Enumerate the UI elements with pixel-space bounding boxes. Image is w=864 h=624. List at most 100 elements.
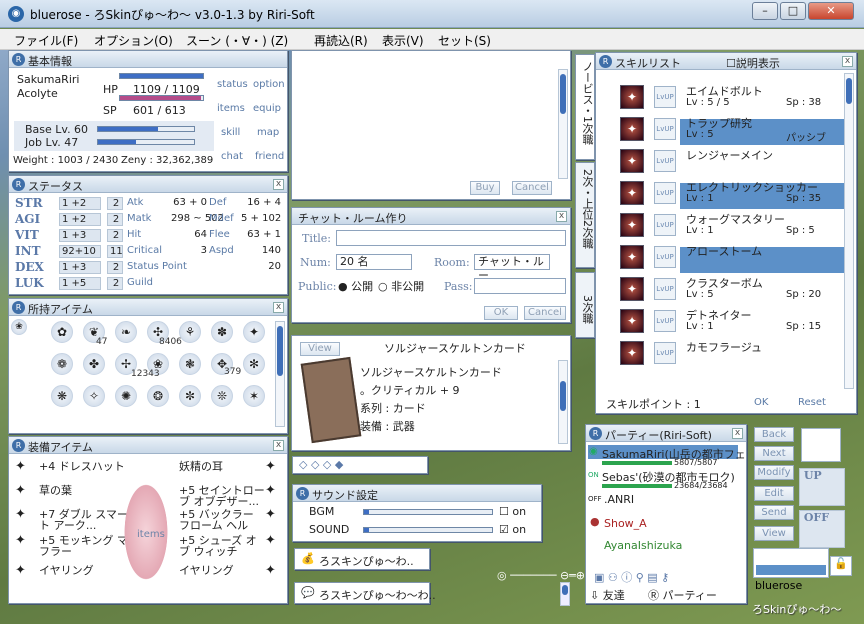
menu-option[interactable]: オプション(O) (94, 32, 173, 49)
party-member-name[interactable]: AyanaIshizuka (604, 539, 682, 552)
shop-cancel-button[interactable]: Cancel (512, 181, 552, 195)
stat-points-button[interactable]: 2 (107, 261, 123, 274)
equip-slot-icon[interactable]: ✦ (15, 459, 26, 474)
off-button[interactable]: OFF (799, 510, 845, 548)
close-button[interactable]: ✕ (808, 2, 854, 20)
lock-icon[interactable]: 🔓 (830, 556, 852, 576)
edit-button[interactable]: Edit (754, 486, 794, 501)
link-chat[interactable]: chat (221, 151, 243, 162)
friends-tab[interactable]: ⇩ 友達 (590, 587, 625, 603)
stat-points-button[interactable]: 2 (107, 229, 123, 242)
menu-file[interactable]: ファイル(F) (14, 32, 78, 49)
equip-slot-left[interactable]: +7 ダブル スマート アーク... (39, 509, 129, 531)
tab-third[interactable]: 3次職 (575, 272, 595, 338)
skill-icon[interactable]: ✦ (620, 309, 644, 333)
room-title-input[interactable] (336, 230, 566, 246)
map-scrollbar[interactable] (560, 582, 570, 606)
skill-icon[interactable]: ✦ (620, 245, 644, 269)
equip-slot-icon[interactable]: ✦ (15, 563, 26, 578)
modify-button[interactable]: Modify (754, 465, 794, 480)
password-input[interactable] (474, 278, 566, 294)
inventory-item-icon[interactable]: ❁ (51, 353, 73, 375)
bgm-slider[interactable] (363, 509, 493, 515)
view-button[interactable]: View (300, 342, 340, 356)
menu-soon[interactable]: スーン (・∀・) (Z) (186, 32, 288, 49)
equip-slot-icon[interactable]: ✦ (265, 507, 276, 522)
link-option[interactable]: option (253, 79, 285, 90)
view-party-button[interactable]: View (754, 526, 794, 541)
desc-checkbox[interactable]: ☐説明表示 (726, 55, 780, 71)
skill-name[interactable]: カモフラージュ (686, 339, 762, 355)
chat-cancel-button[interactable]: Cancel (524, 306, 566, 320)
equip-slot-icon[interactable]: ✦ (265, 533, 276, 548)
inventory-item-icon[interactable]: ⚘ (179, 321, 201, 343)
inventory-item-icon[interactable]: ✻ (243, 353, 265, 375)
num-input[interactable]: 20 名 (336, 254, 412, 270)
equip-slot-right[interactable]: イヤリング (179, 565, 265, 576)
stat-points-button[interactable]: 11 (107, 245, 123, 258)
link-friend[interactable]: friend (255, 151, 284, 162)
lvup-button[interactable]: LvUP (654, 150, 676, 172)
inventory-item-icon[interactable]: ✧ (83, 385, 105, 407)
sound-slider[interactable] (363, 527, 493, 533)
menu-view[interactable]: 表示(V) (382, 32, 424, 49)
skill-icon[interactable]: ✦ (620, 277, 644, 301)
equip-slot-icon[interactable]: ✦ (265, 459, 276, 474)
inventory-item-icon[interactable]: ✿ (51, 321, 73, 343)
skill-name[interactable]: レンジャーメイン (686, 147, 773, 163)
party-toolbar-icons[interactable]: ▣ ⚇ ⓘ ⚲ ▤ ⚷ (594, 569, 669, 585)
up-button[interactable]: UP (799, 468, 845, 506)
skill-name[interactable]: アローストーム (686, 243, 762, 259)
equip-slot-right[interactable]: +5 バックラー フローム ヘル (179, 509, 265, 531)
shop-scrollbar[interactable] (558, 69, 568, 179)
link-status[interactable]: status (217, 79, 248, 90)
link-items[interactable]: items (217, 103, 245, 114)
inventory-item-icon[interactable]: ✽ (211, 321, 233, 343)
inventory-item-icon[interactable]: ✤ (83, 353, 105, 375)
lvup-button[interactable]: LvUP (654, 118, 676, 140)
card-scrollbar[interactable] (558, 360, 568, 444)
send-button[interactable]: Send (754, 505, 794, 520)
room-select[interactable]: チャット・ルー (474, 254, 550, 282)
link-skill[interactable]: skill (221, 127, 240, 138)
private-radio[interactable]: ○ 非公開 (378, 278, 424, 294)
close-icon[interactable]: x (273, 440, 284, 451)
equip-slot-right[interactable]: +5 シューズ オブ ウィッチ (179, 535, 265, 557)
inventory-item-icon[interactable]: ❃ (179, 353, 201, 375)
tab-second[interactable]: 2次・上位2次職 (575, 162, 595, 268)
back-button[interactable]: Back (754, 427, 794, 442)
lvup-button[interactable]: LvUP (654, 86, 676, 108)
lvup-button[interactable]: LvUP (654, 182, 676, 204)
buy-button[interactable]: Buy (470, 181, 500, 195)
bgm-checkbox[interactable]: ☐ on (499, 505, 526, 518)
close-icon[interactable]: x (732, 428, 743, 439)
inventory-item-icon[interactable]: ✺ (115, 385, 137, 407)
link-equip[interactable]: equip (253, 103, 281, 114)
equip-slot-right[interactable]: +5 セイントローブ オブデザー... (179, 485, 265, 507)
equip-slot-left[interactable]: +5 モッキング マフラー (39, 535, 129, 557)
equip-slot-icon[interactable]: ✦ (265, 563, 276, 578)
task-button-1[interactable]: 💰 ろスキンぴゅ～わ.. (294, 548, 430, 570)
party-member-name[interactable]: Show_A (604, 517, 647, 530)
menu-set[interactable]: セット(S) (438, 32, 491, 49)
link-map[interactable]: map (257, 127, 279, 138)
equip-slot-left[interactable]: 草の葉 (39, 485, 129, 496)
party-member-name[interactable]: .ANRI (604, 493, 634, 506)
lvup-button[interactable]: LvUP (654, 310, 676, 332)
party-tab[interactable]: Ⓡ パーティー (648, 587, 717, 603)
inventory-item-icon[interactable]: ❧ (115, 321, 137, 343)
equip-slot-icon[interactable]: ✦ (15, 483, 26, 498)
skill-reset-button[interactable]: Reset (798, 397, 826, 408)
sound-checkbox[interactable]: ☑ on (499, 523, 526, 536)
lvup-button[interactable]: LvUP (654, 214, 676, 236)
stat-points-button[interactable]: 2 (107, 213, 123, 226)
public-radio[interactable]: ● 公開 (338, 278, 373, 294)
equip-slot-right[interactable]: 妖精の耳 (179, 461, 265, 472)
inventory-tab-icon[interactable]: ❀ (11, 319, 27, 335)
inventory-item-icon[interactable]: ✼ (179, 385, 201, 407)
skill-scrollbar[interactable] (844, 73, 854, 389)
equip-slot-left[interactable]: +4 ドレスハット (39, 461, 129, 472)
close-icon[interactable]: x (273, 302, 284, 313)
shortcut-icon[interactable]: ◇ ◇ ◇ ◆ (299, 458, 343, 471)
maximize-button[interactable]: □ (780, 2, 806, 20)
